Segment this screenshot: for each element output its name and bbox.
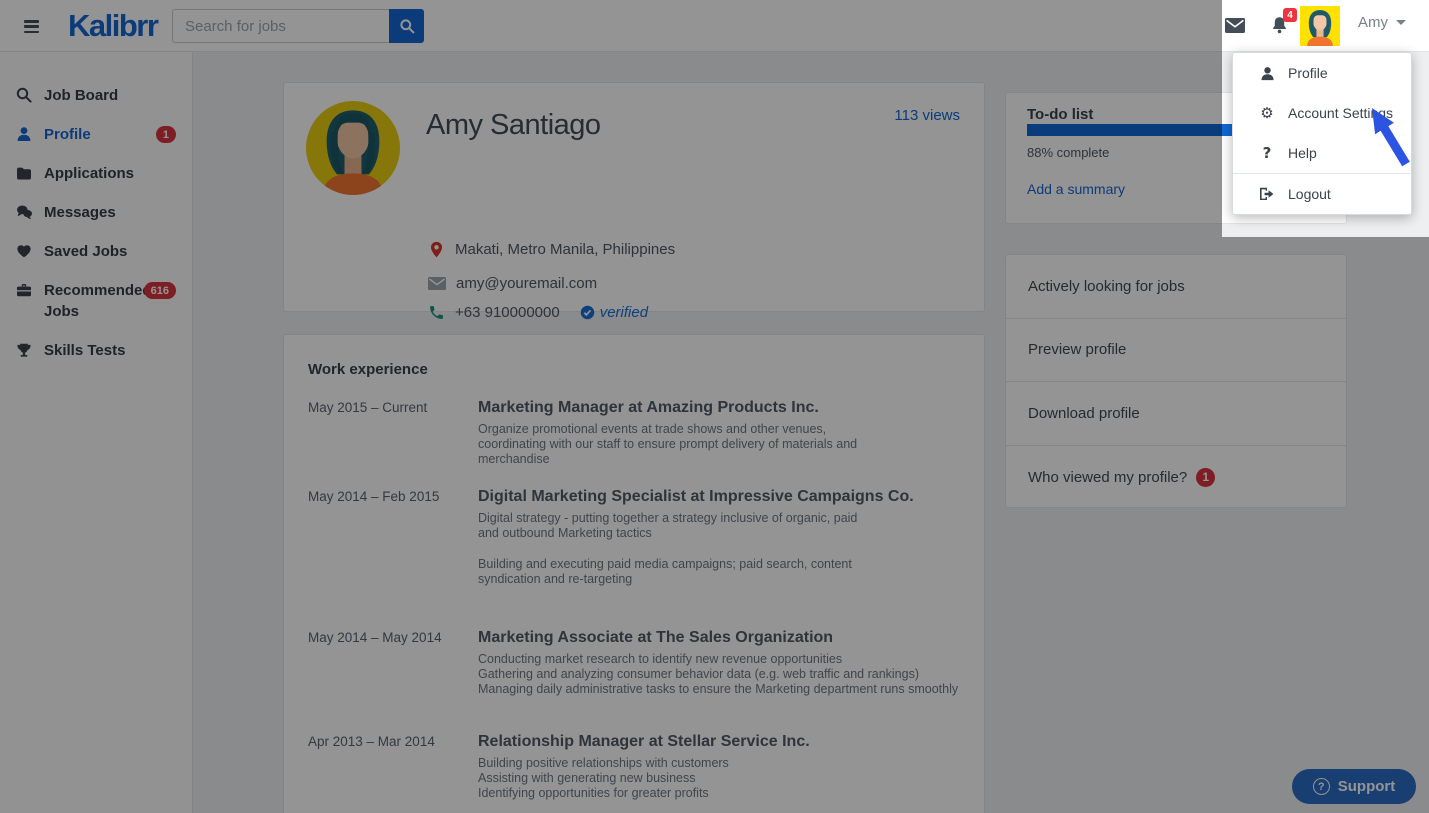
mail-icon <box>1225 18 1245 33</box>
messages-inbox-button[interactable] <box>1225 18 1245 38</box>
kalibrr-profile-page: Kalibrr 4 <box>0 0 1429 813</box>
menu-item-profile[interactable]: Profile <box>1233 53 1411 93</box>
modal-overlay[interactable] <box>0 0 1222 813</box>
notification-count-badge: 4 <box>1283 8 1297 22</box>
menu-item-label: Profile <box>1288 65 1328 81</box>
question-mark-icon: ? <box>1259 144 1275 162</box>
menu-item-logout[interactable]: Logout <box>1233 174 1411 214</box>
logout-icon <box>1259 187 1275 201</box>
avatar-image <box>1300 5 1340 47</box>
gear-icon: ⚙ <box>1259 104 1275 122</box>
menu-item-label: Logout <box>1288 186 1331 202</box>
notifications-button[interactable]: 4 <box>1271 16 1288 39</box>
user-avatar[interactable] <box>1300 5 1340 47</box>
menu-item-label: Help <box>1288 145 1317 161</box>
person-icon <box>1260 66 1275 81</box>
user-name: Amy <box>1358 14 1388 31</box>
tutorial-arrow-pointer <box>1366 106 1414 168</box>
user-menu-trigger[interactable]: Amy <box>1358 14 1406 31</box>
modal-overlay[interactable] <box>1222 237 1429 813</box>
chevron-down-icon <box>1396 20 1406 25</box>
